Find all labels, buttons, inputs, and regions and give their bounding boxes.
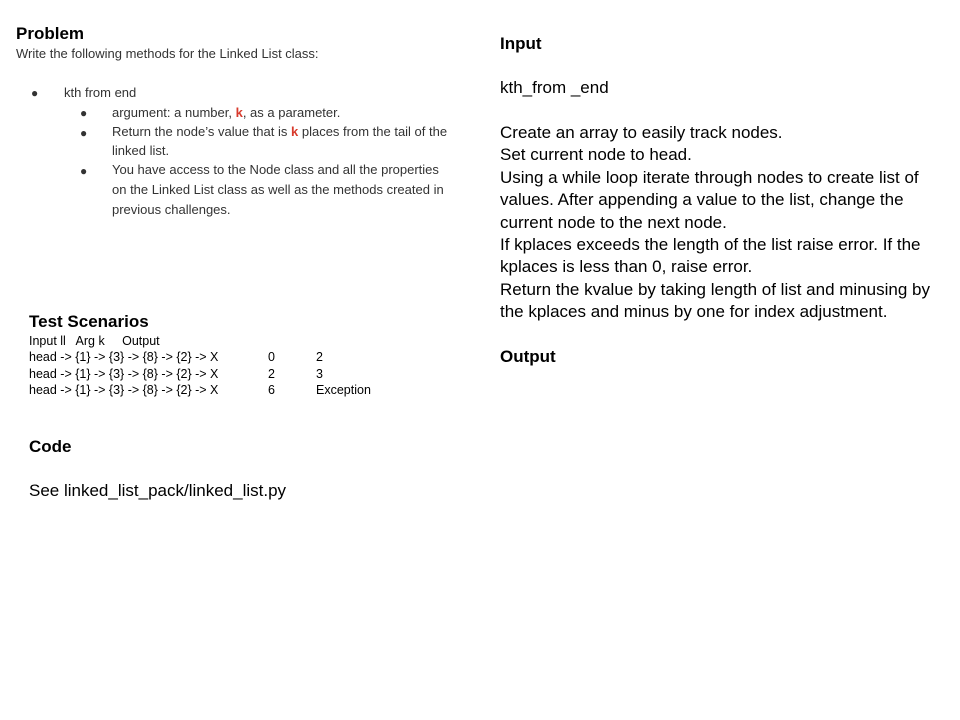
- test-output: Exception: [316, 382, 371, 397]
- table-row: head -> {1} -> {3} -> {8} -> {2} -> X 0 …: [29, 349, 323, 365]
- method-name: kth_from _end: [500, 78, 609, 97]
- approach-line: Create an array to easily track nodes.: [500, 123, 783, 142]
- test-arg-k: 0: [268, 350, 275, 365]
- test-scenarios-title: Test Scenarios: [29, 312, 149, 331]
- test-arg-k: 2: [268, 366, 275, 381]
- return-line-2: linked list.: [112, 143, 170, 158]
- test-input: head -> {1} -> {3} -> {8} -> {2} -> X: [29, 382, 219, 397]
- table-row: head -> {1} -> {3} -> {8} -> {2} -> X 2 …: [29, 366, 323, 382]
- test-input: head -> {1} -> {3} -> {8} -> {2} -> X: [29, 350, 219, 365]
- output-title: Output: [500, 347, 556, 366]
- return-text-post: places from the tail of the: [298, 124, 448, 139]
- argument-text-post: , as a parameter.: [242, 105, 341, 120]
- approach-line: Set current node to head.: [500, 145, 692, 165]
- problem-subtitle: Write the following methods for the Link…: [16, 46, 319, 61]
- bullet-kth-from-end: kth from end: [64, 85, 137, 100]
- test-output: 2: [316, 350, 323, 365]
- input-title: Input: [500, 34, 542, 53]
- access-line-3: previous challenges.: [112, 202, 231, 217]
- bullet-return: Return the node’s value that is k places…: [112, 122, 447, 142]
- bullet-dot-icon: ●: [80, 126, 88, 140]
- access-line-1: You have access to the Node class and al…: [112, 162, 439, 177]
- bullet-argument: argument: a number, k, as a parameter.: [112, 103, 340, 123]
- code-title: Code: [29, 437, 72, 456]
- approach-description: Create an array to easily track nodes. S…: [500, 122, 956, 324]
- bullet-dot-icon: ●: [80, 164, 88, 178]
- problem-title: Problem: [16, 24, 85, 43]
- test-arg-k: 6: [268, 382, 275, 397]
- test-input: head -> {1} -> {3} -> {8} -> {2} -> X: [29, 366, 219, 381]
- approach-line: If kplaces exceeds the length of the lis…: [500, 235, 921, 277]
- test-output: 3: [316, 366, 323, 381]
- approach-line: Using a while loop iterate through nodes…: [500, 167, 919, 232]
- argument-k: k: [235, 105, 243, 120]
- code-reference: See linked_list_pack/linked_list.py: [29, 481, 287, 500]
- return-text-pre: Return the node’s value that is: [112, 124, 291, 139]
- test-scenarios-table: Input ll Arg k Output head -> {1} -> {3}…: [29, 333, 371, 398]
- bullet-dot-icon: ●: [80, 106, 88, 120]
- approach-line: Return the kvalue by taking length of li…: [500, 279, 930, 322]
- test-header-row: Input ll Arg k Output: [29, 334, 160, 348]
- access-line-2: on the Linked List class as well as the …: [112, 182, 444, 197]
- argument-text-pre: argument: a number,: [112, 105, 236, 120]
- table-row: head -> {1} -> {3} -> {8} -> {2} -> X 6 …: [29, 382, 371, 398]
- bullet-dot-icon: ●: [31, 86, 39, 100]
